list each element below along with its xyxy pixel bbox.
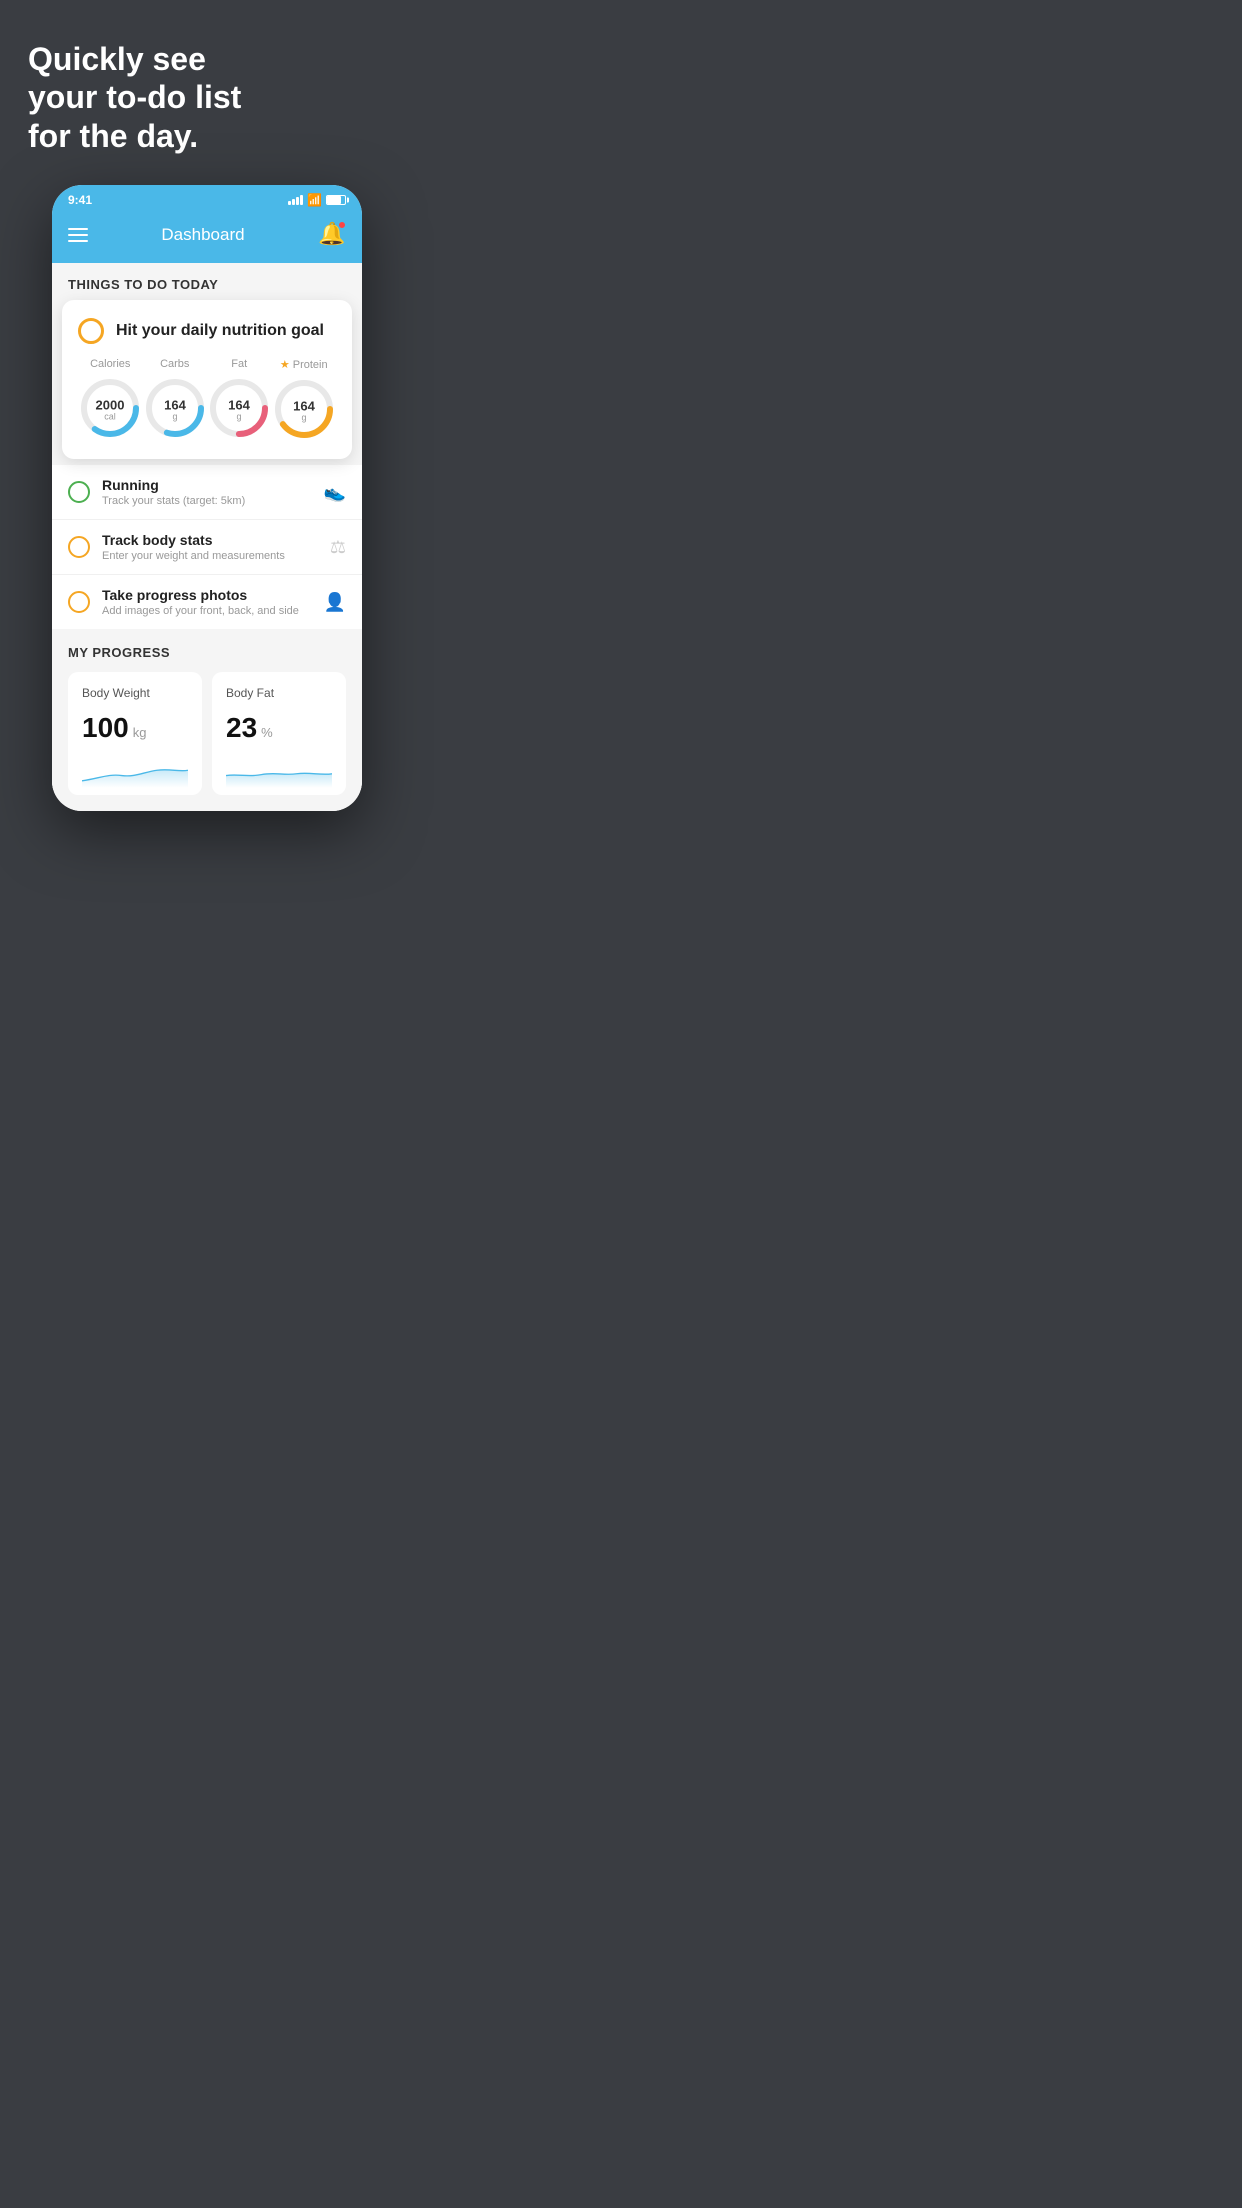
body-fat-chart <box>226 754 332 790</box>
signal-icon <box>288 195 303 205</box>
progress-photos-name: Take progress photos <box>102 587 312 603</box>
running-name: Running <box>102 477 312 493</box>
svg-text:164: 164 <box>164 398 186 413</box>
metric-fat: Fat 164 g <box>207 358 271 440</box>
phone-frame: 9:41 📶 Dashboard 🔔 <box>52 185 362 811</box>
nutrition-card[interactable]: Hit your daily nutrition goal Calories 2… <box>62 300 352 459</box>
running-check-circle <box>68 481 90 503</box>
body-weight-chart <box>82 754 188 790</box>
carbs-donut: 164 g <box>143 376 207 440</box>
todo-item-body-stats[interactable]: Track body stats Enter your weight and m… <box>52 520 362 575</box>
app-content: THINGS TO DO TODAY Hit your daily nutrit… <box>52 263 362 811</box>
svg-text:164: 164 <box>228 398 250 413</box>
calories-donut: 2000 cal <box>78 376 142 440</box>
running-text: Running Track your stats (target: 5km) <box>102 477 312 507</box>
body-stats-text: Track body stats Enter your weight and m… <box>102 532 318 562</box>
svg-text:cal: cal <box>104 412 116 422</box>
hero-text: Quickly see your to-do list for the day. <box>28 40 386 155</box>
svg-text:g: g <box>301 413 306 423</box>
body-fat-title: Body Fat <box>226 686 332 700</box>
running-icon: 👟 <box>324 482 346 503</box>
svg-text:164: 164 <box>293 399 315 414</box>
status-time: 9:41 <box>68 193 92 207</box>
status-bar: 9:41 📶 <box>52 185 362 211</box>
body-stats-name: Track body stats <box>102 532 318 548</box>
todo-item-running[interactable]: Running Track your stats (target: 5km) 👟 <box>52 465 362 520</box>
star-icon: ★ <box>280 358 290 371</box>
body-weight-value: 100 <box>82 712 129 744</box>
app-header: Dashboard 🔔 <box>52 211 362 263</box>
nutrition-card-title-row: Hit your daily nutrition goal <box>78 318 336 344</box>
phone-mockup: 9:41 📶 Dashboard 🔔 <box>52 185 362 811</box>
todo-list: Running Track your stats (target: 5km) 👟… <box>52 465 362 629</box>
background-page: Quickly see your to-do list for the day.… <box>0 0 414 811</box>
protein-donut: 164 g <box>272 377 336 441</box>
nutrition-card-title: Hit your daily nutrition goal <box>116 322 324 340</box>
metric-protein: ★ Protein 164 g <box>272 358 336 441</box>
fat-label: Fat <box>231 358 247 370</box>
protein-label: ★ Protein <box>280 358 328 371</box>
progress-photos-sub: Add images of your front, back, and side <box>102 605 312 617</box>
body-stats-sub: Enter your weight and measurements <box>102 550 318 562</box>
svg-text:2000: 2000 <box>96 398 125 413</box>
nutrition-metrics: Calories 2000 cal Carbs <box>78 358 336 441</box>
progress-section-title: MY PROGRESS <box>68 645 346 660</box>
svg-text:g: g <box>172 412 177 422</box>
body-fat-value-row: 23 % <box>226 712 332 744</box>
body-fat-card[interactable]: Body Fat 23 % <box>212 672 346 795</box>
body-stats-check-circle <box>68 536 90 558</box>
todo-item-progress-photos[interactable]: Take progress photos Add images of your … <box>52 575 362 629</box>
body-weight-title: Body Weight <box>82 686 188 700</box>
menu-button[interactable] <box>68 228 88 242</box>
things-today-header: THINGS TO DO TODAY <box>52 263 362 300</box>
svg-text:g: g <box>237 412 242 422</box>
body-weight-value-row: 100 kg <box>82 712 188 744</box>
notifications-button[interactable]: 🔔 <box>318 221 346 249</box>
fat-donut: 164 g <box>207 376 271 440</box>
battery-icon <box>326 195 346 205</box>
body-stats-icon: ⚖ <box>330 537 346 558</box>
body-weight-card[interactable]: Body Weight 100 kg <box>68 672 202 795</box>
header-title: Dashboard <box>161 225 244 245</box>
body-fat-unit: % <box>261 725 273 740</box>
calories-label: Calories <box>90 358 130 370</box>
carbs-label: Carbs <box>160 358 189 370</box>
nutrition-check-circle <box>78 318 104 344</box>
progress-photos-check-circle <box>68 591 90 613</box>
wifi-icon: 📶 <box>307 193 322 207</box>
progress-photos-text: Take progress photos Add images of your … <box>102 587 312 617</box>
metric-carbs: Carbs 164 g <box>143 358 207 440</box>
progress-photos-icon: 👤 <box>324 592 346 613</box>
body-weight-unit: kg <box>133 725 147 740</box>
status-icons: 📶 <box>288 193 346 207</box>
progress-section: MY PROGRESS Body Weight 100 kg <box>52 629 362 811</box>
progress-cards: Body Weight 100 kg <box>68 672 346 811</box>
body-fat-value: 23 <box>226 712 257 744</box>
metric-calories: Calories 2000 cal <box>78 358 142 440</box>
running-sub: Track your stats (target: 5km) <box>102 495 312 507</box>
